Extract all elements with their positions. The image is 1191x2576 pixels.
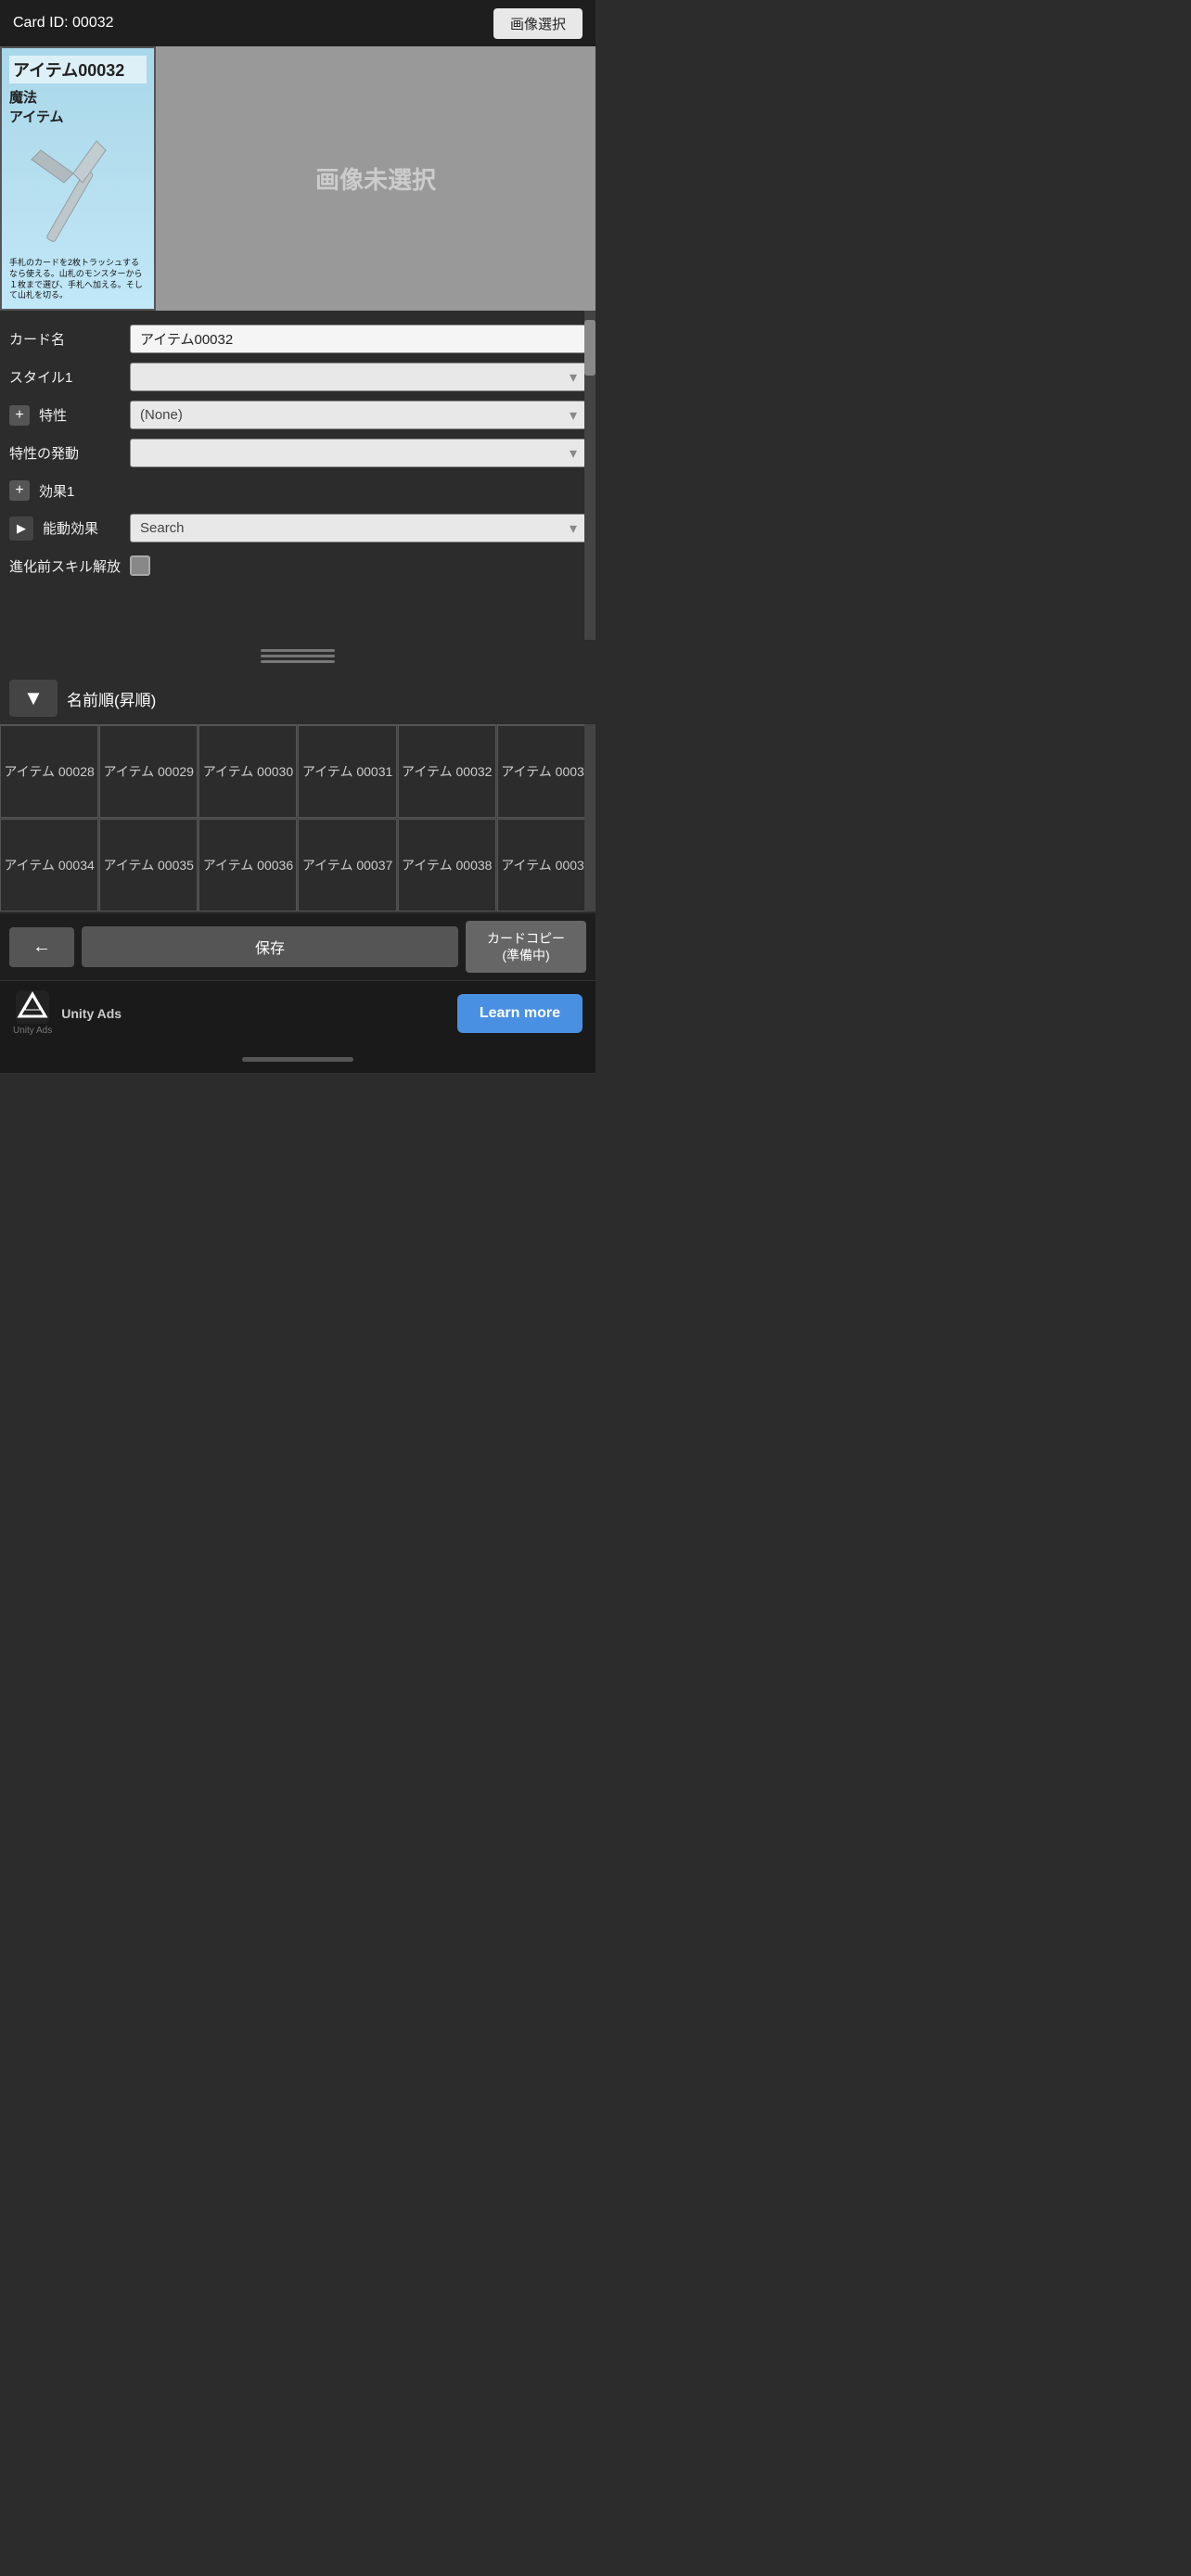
trait-trigger-row: 特性の発動 bbox=[0, 434, 596, 472]
divider-line-2 bbox=[261, 655, 335, 657]
divider-line-1 bbox=[261, 649, 335, 652]
card-grid: アイテム 00028アイテム 00029アイテム 00030アイテム 00031… bbox=[0, 724, 596, 912]
trait-label: + 特性 bbox=[9, 405, 130, 426]
unity-logo-area: Unity Ads bbox=[13, 990, 52, 1036]
grid-cell[interactable]: アイテム 00036 bbox=[198, 819, 297, 912]
card-name-row: カード名 bbox=[0, 320, 596, 358]
divider-lines bbox=[261, 649, 335, 663]
active-effect-play-button[interactable] bbox=[9, 516, 33, 541]
grid-cell[interactable]: アイテム 00030 bbox=[198, 725, 297, 818]
card-grid-container: アイテム 00028アイテム 00029アイテム 00030アイテム 00031… bbox=[0, 724, 596, 912]
card-title: アイテム00032 bbox=[9, 56, 147, 83]
active-effect-select[interactable]: Search bbox=[130, 514, 586, 542]
sort-direction-button[interactable]: ▼ bbox=[9, 680, 58, 717]
no-image-text: 画像未選択 bbox=[315, 161, 436, 196]
grid-cell[interactable]: アイテム 00032 bbox=[398, 725, 496, 818]
ad-banner: Unity Ads Unity Ads Learn more bbox=[0, 980, 596, 1045]
effect1-plus-button[interactable]: + bbox=[9, 480, 30, 501]
card-preview: アイテム00032 魔法 アイテム 手札のカードを2枚トラッシュするなら使える。… bbox=[0, 46, 156, 311]
header: Card ID: 00032 画像選択 bbox=[0, 0, 596, 46]
card-id-label: Card ID: 00032 bbox=[13, 15, 493, 32]
back-button[interactable]: ← bbox=[9, 927, 74, 967]
copy-button[interactable]: カードコピー(準備中) bbox=[466, 921, 586, 973]
unity-ads-icon bbox=[16, 990, 49, 1024]
style1-select[interactable] bbox=[130, 363, 586, 391]
trait-row: + 特性 (None) bbox=[0, 396, 596, 434]
active-effect-row: 能動効果 Search bbox=[0, 509, 596, 547]
action-bar: ← 保存 カードコピー(準備中) bbox=[0, 913, 596, 980]
active-effect-select-wrapper[interactable]: Search bbox=[130, 514, 586, 542]
grid-cell[interactable]: アイテム 00035 bbox=[99, 819, 198, 912]
unity-ads-label: Unity Ads bbox=[61, 1006, 448, 1021]
section-divider bbox=[0, 640, 596, 672]
grid-cell[interactable]: アイテム 00028 bbox=[0, 725, 98, 818]
copy-button-label: カードコピー(準備中) bbox=[487, 931, 565, 963]
form-spacer bbox=[0, 584, 596, 631]
sort-bar: ▼ 名前順(昇順) bbox=[0, 672, 596, 724]
grid-scrollbar[interactable] bbox=[584, 724, 596, 912]
trait-select[interactable]: (None) bbox=[130, 401, 586, 429]
home-indicator bbox=[0, 1045, 596, 1073]
divider-line-3 bbox=[261, 660, 335, 663]
pickaxe-icon bbox=[22, 132, 134, 252]
form-section: カード名 スタイル1 + 特性 (None) bbox=[0, 311, 596, 640]
effect1-label: + 効果1 bbox=[9, 480, 130, 501]
trait-trigger-label: 特性の発動 bbox=[9, 443, 130, 463]
card-image-area bbox=[9, 130, 147, 254]
learn-more-button[interactable]: Learn more bbox=[457, 994, 583, 1033]
evolution-row: 進化前スキル解放 bbox=[0, 547, 596, 584]
grid-cell[interactable]: アイテム 00039 bbox=[497, 819, 596, 912]
grid-cell[interactable]: アイテム 00033 bbox=[497, 725, 596, 818]
style1-label: スタイル1 bbox=[9, 367, 130, 387]
card-type2: アイテム bbox=[9, 107, 147, 126]
sort-label: 名前順(昇順) bbox=[67, 687, 156, 710]
evolution-checkbox[interactable] bbox=[130, 555, 150, 576]
trait-trigger-select-wrapper[interactable] bbox=[130, 439, 586, 467]
active-effect-label: 能動効果 bbox=[9, 516, 130, 541]
unity-small-label: Unity Ads bbox=[13, 1026, 52, 1036]
grid-cell[interactable]: アイテム 00037 bbox=[298, 819, 396, 912]
card-name-label: カード名 bbox=[9, 329, 130, 349]
grid-cell[interactable]: アイテム 00029 bbox=[99, 725, 198, 818]
card-description: 手札のカードを2枚トラッシュするなら使える。山札のモンスターから１枚まで選び、手… bbox=[9, 258, 147, 301]
form-scrollbar-thumb bbox=[584, 320, 596, 376]
style1-select-wrapper[interactable] bbox=[130, 363, 586, 391]
trait-trigger-select[interactable] bbox=[130, 439, 586, 467]
style1-row: スタイル1 bbox=[0, 358, 596, 396]
image-select-button[interactable]: 画像選択 bbox=[493, 8, 583, 39]
card-type1: 魔法 bbox=[9, 87, 147, 107]
preview-area: アイテム00032 魔法 アイテム 手札のカードを2枚トラッシュするなら使える。… bbox=[0, 46, 596, 311]
effect1-row: + 効果1 bbox=[0, 472, 596, 509]
home-bar bbox=[242, 1057, 353, 1062]
trait-plus-button[interactable]: + bbox=[9, 405, 30, 426]
grid-cell[interactable]: アイテム 00034 bbox=[0, 819, 98, 912]
no-image-area: 画像未選択 bbox=[156, 46, 596, 311]
grid-cell[interactable]: アイテム 00031 bbox=[298, 725, 396, 818]
form-scrollbar[interactable] bbox=[584, 311, 596, 640]
trait-select-wrapper[interactable]: (None) bbox=[130, 401, 586, 429]
grid-cell[interactable]: アイテム 00038 bbox=[398, 819, 496, 912]
card-name-input[interactable] bbox=[130, 325, 586, 353]
save-button[interactable]: 保存 bbox=[82, 926, 458, 967]
evolution-label: 進化前スキル解放 bbox=[9, 556, 130, 576]
